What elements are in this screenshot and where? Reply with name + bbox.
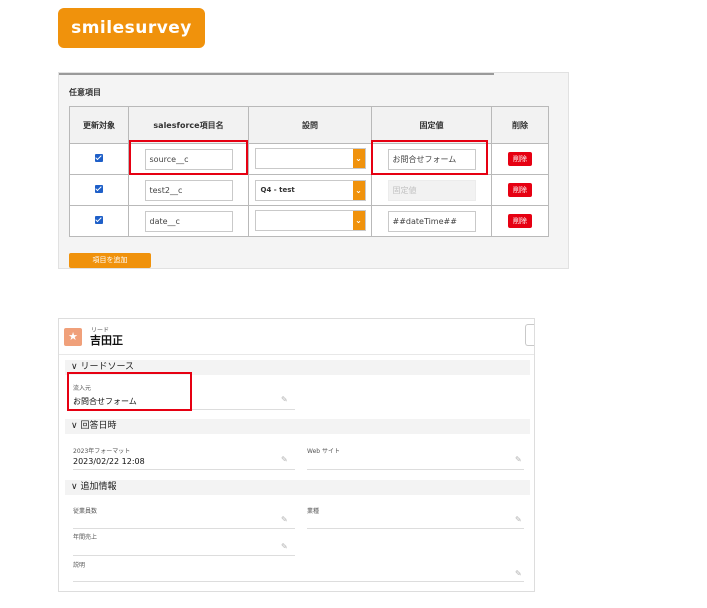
smilesurvey-logo: smilesurvey: [58, 8, 205, 48]
field-name-cell: date__c: [128, 205, 249, 237]
pencil-icon[interactable]: ✎: [515, 455, 522, 464]
chevron-down-icon: ⌄: [352, 180, 365, 200]
format-value: 2023/02/22 12:08: [73, 457, 145, 466]
question-select[interactable]: ⌄: [254, 209, 366, 231]
field-name-input[interactable]: date__c: [144, 210, 233, 232]
col-header-question: 設問: [248, 106, 372, 144]
chevron-down-icon: ⌄: [352, 148, 365, 168]
record-name: 吉田正: [90, 334, 123, 347]
section-answer-datetime[interactable]: ∨ 回答日時: [65, 419, 530, 434]
employees-label: 従業員数: [73, 508, 98, 515]
col-header-salesforce-field: salesforce項目名: [128, 106, 249, 144]
delete-cell: 削除: [491, 205, 549, 237]
col-header-update-target: 更新対象: [69, 106, 129, 144]
field-underline: [73, 555, 295, 556]
lead-star-icon: ★: [64, 328, 82, 346]
field-underline: [73, 528, 295, 529]
col-header-fixed-value: 固定値: [371, 106, 492, 144]
header-action-button[interactable]: [525, 324, 534, 346]
chevron-down-icon: ∨: [71, 362, 78, 372]
section-title: リードソース: [80, 362, 135, 372]
pencil-icon[interactable]: ✎: [281, 542, 288, 551]
update-target-checkbox[interactable]: [95, 185, 103, 193]
delete-button[interactable]: 削除: [508, 214, 532, 228]
update-target-cell: [69, 174, 129, 206]
highlight-box-fixed-value: [371, 140, 488, 175]
section-additional-info[interactable]: ∨ 追加情報: [65, 480, 530, 495]
format-label: 2023年フォーマット: [73, 448, 131, 455]
fixed-value-input-disabled: 固定値: [387, 179, 476, 201]
field-name-input[interactable]: test2__c: [144, 179, 233, 201]
optional-fields-title: 任意項目: [69, 88, 101, 97]
industry-label: 業種: [307, 508, 320, 515]
chevron-down-icon: ∨: [71, 482, 78, 492]
highlight-box-field: [129, 140, 248, 175]
chevron-down-icon: ∨: [71, 421, 78, 431]
col-header-delete: 削除: [491, 106, 549, 144]
table-row: date__c ⌄ ##dateTime## 削除: [69, 205, 549, 237]
pencil-icon[interactable]: ✎: [515, 569, 522, 578]
question-select[interactable]: ⌄: [254, 147, 366, 169]
description-label: 説明: [73, 562, 86, 569]
update-target-cell: [69, 205, 129, 237]
pencil-icon[interactable]: ✎: [515, 515, 522, 524]
chevron-down-icon: ⌄: [352, 210, 365, 230]
fixed-value-cell: ##dateTime##: [371, 205, 492, 237]
field-name-cell: test2__c: [128, 174, 249, 206]
fixed-value-cell: 固定値: [371, 174, 492, 206]
delete-button[interactable]: 削除: [508, 183, 532, 197]
delete-button[interactable]: 削除: [508, 152, 532, 166]
delete-cell: 削除: [491, 143, 549, 175]
field-underline: [73, 469, 295, 470]
question-select-value: Q4 - test: [260, 185, 295, 194]
table-header-row: 更新対象 salesforce項目名 設問 固定値 削除: [69, 106, 549, 144]
update-target-checkbox[interactable]: [95, 216, 103, 224]
delete-cell: 削除: [491, 174, 549, 206]
question-cell: ⌄: [248, 205, 372, 237]
fixed-value-input[interactable]: ##dateTime##: [387, 210, 476, 232]
field-underline: [307, 469, 524, 470]
add-field-button[interactable]: 項目を追加: [69, 253, 151, 268]
lead-record-panel: ★ リード 吉田正 ∨ リードソース 流入元 お問合せフォーム ✎ ∨ 回答日時…: [58, 318, 535, 592]
pencil-icon[interactable]: ✎: [281, 515, 288, 524]
update-target-checkbox[interactable]: [95, 154, 103, 162]
revenue-label: 年間売上: [73, 534, 98, 541]
table-row: test2__c Q4 - test ⌄ 固定値 削除: [69, 174, 549, 206]
pencil-icon[interactable]: ✎: [281, 455, 288, 464]
panel-top-divider: [59, 73, 494, 75]
pencil-icon[interactable]: ✎: [281, 395, 288, 404]
question-cell: ⌄: [248, 143, 372, 175]
section-title: 回答日時: [80, 421, 117, 431]
update-target-cell: [69, 143, 129, 175]
question-select[interactable]: Q4 - test ⌄: [254, 179, 366, 201]
highlight-box-source: [67, 372, 192, 411]
field-underline: [73, 581, 524, 582]
website-label: Web サイト: [307, 448, 340, 455]
question-cell: Q4 - test ⌄: [248, 174, 372, 206]
field-underline: [307, 528, 524, 529]
record-header: ★ リード 吉田正: [59, 319, 534, 355]
section-title: 追加情報: [80, 482, 117, 492]
